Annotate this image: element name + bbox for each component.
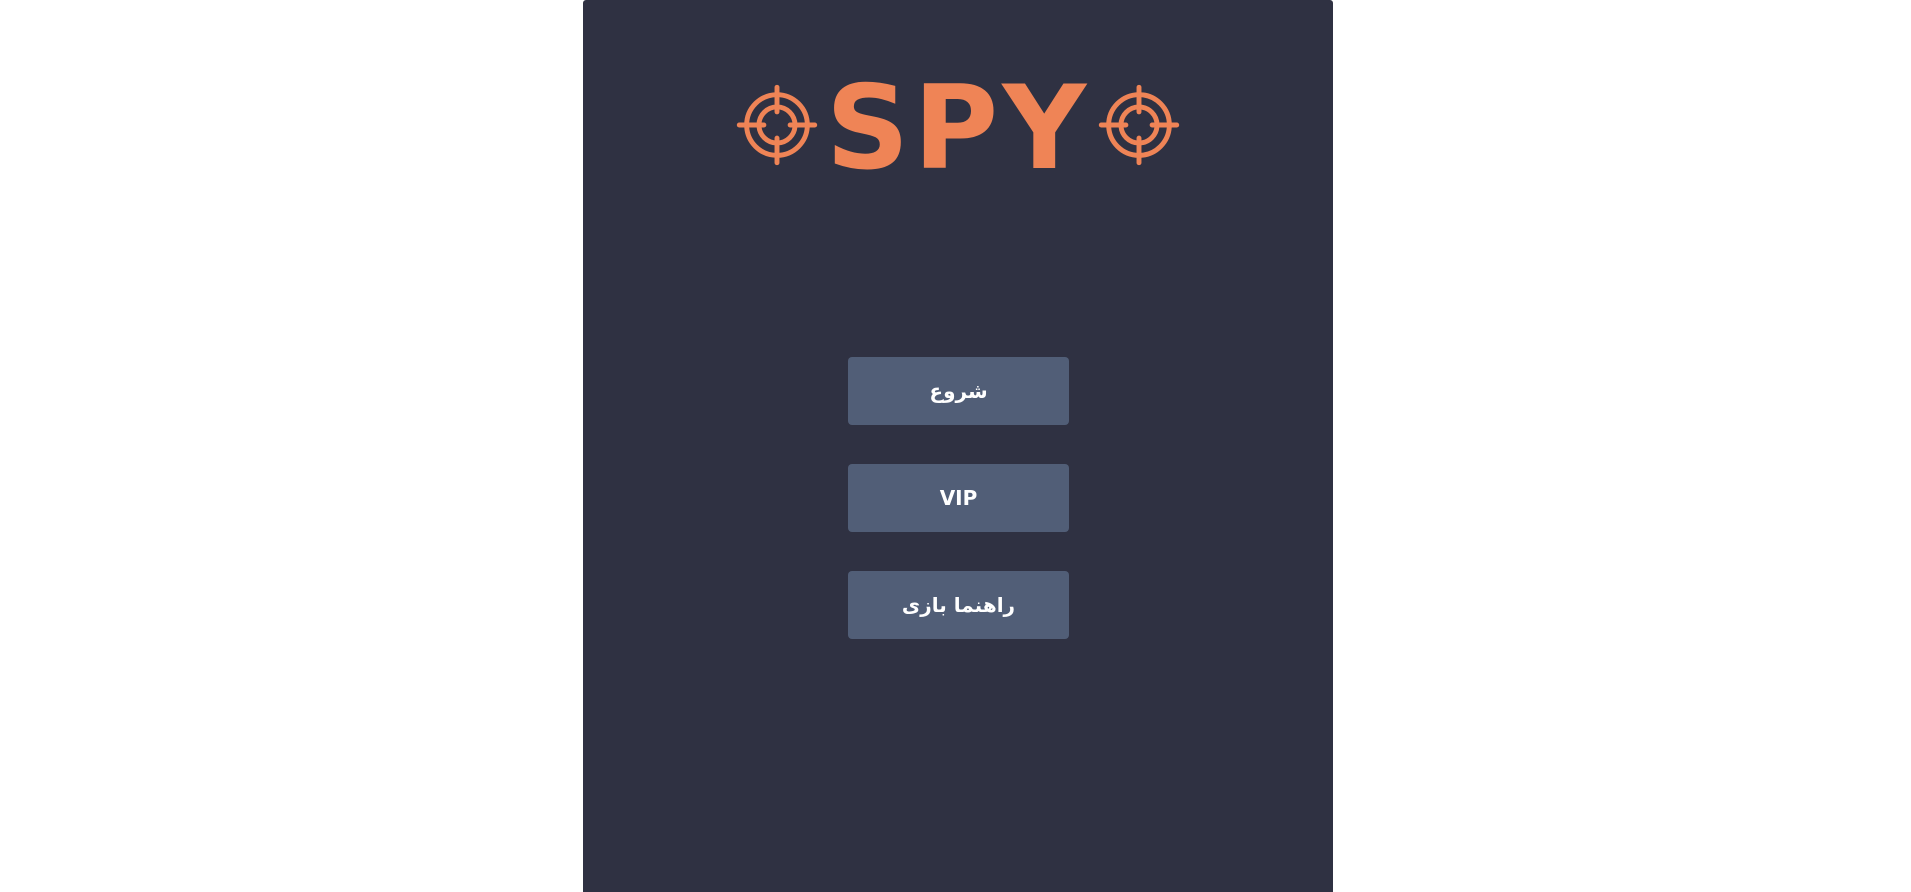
start-button[interactable]: شروع: [848, 357, 1069, 425]
game-guide-button[interactable]: راهنما بازی: [848, 571, 1069, 639]
crosshair-icon: [1099, 84, 1180, 166]
vip-button[interactable]: VIP: [848, 464, 1069, 532]
crosshair-icon: [736, 84, 817, 166]
logo-title: SPY: [825, 61, 1091, 196]
game-panel: SPY شروع VIP راهنما بازی: [583, 0, 1333, 892]
spy-logo: SPY: [583, 70, 1333, 187]
main-menu: شروع VIP راهنما بازی: [848, 357, 1069, 678]
